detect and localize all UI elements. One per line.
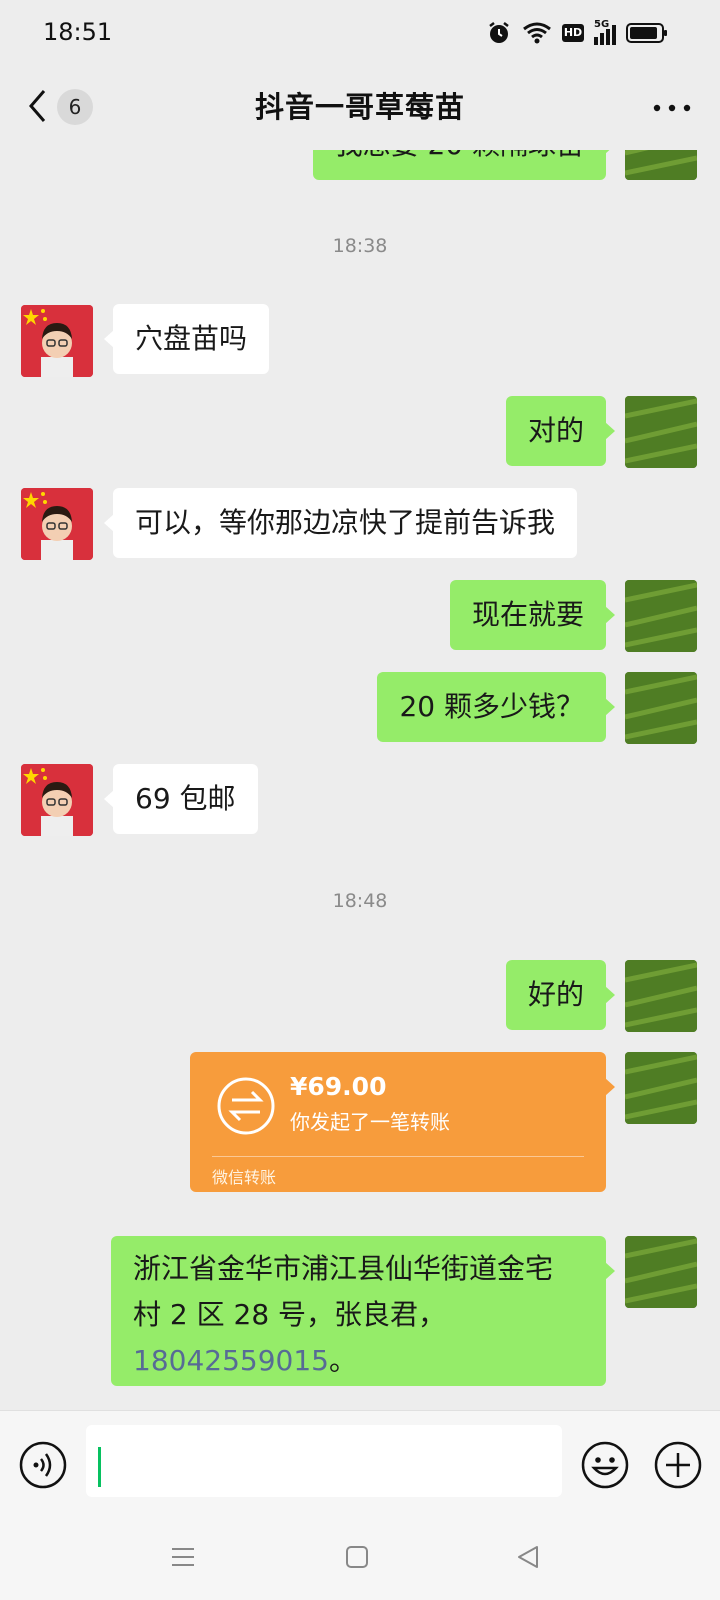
message-bubble-address[interactable]: 浙江省金华市浦江县仙华街道金宅 村 2 区 28 号，张良君， 18042559… xyxy=(111,1236,615,1386)
self-avatar[interactable] xyxy=(625,150,697,180)
phone-number-link[interactable]: 18042559015 xyxy=(133,1344,329,1377)
voice-input-icon[interactable] xyxy=(18,1440,68,1490)
message-input[interactable] xyxy=(86,1425,562,1497)
text-caret xyxy=(98,1447,101,1487)
grass-avatar-image xyxy=(625,1052,697,1124)
input-bar xyxy=(0,1410,720,1521)
status-time: 18:51 xyxy=(43,18,113,46)
alarm-icon xyxy=(489,22,509,43)
contact-avatar[interactable] xyxy=(21,305,93,377)
cartoon-man-avatar-image xyxy=(21,305,93,377)
address-line-1: 浙江省金华市浦江县仙华街道金宅 xyxy=(133,1252,554,1285)
grass-avatar-image xyxy=(625,396,697,468)
grass-avatar-image xyxy=(625,150,697,180)
self-avatar[interactable] xyxy=(625,1052,697,1124)
emoji-icon[interactable] xyxy=(580,1440,630,1490)
contact-avatar[interactable] xyxy=(21,488,93,560)
message-bubble-outgoing[interactable]: 现在就要 xyxy=(449,580,616,650)
home-icon[interactable] xyxy=(344,1544,370,1570)
message-bubble-incoming[interactable]: 69 包邮 xyxy=(104,764,258,834)
status-icons: HD 5G xyxy=(486,19,668,46)
transfer-divider xyxy=(212,1156,584,1157)
transfer-arrows-icon xyxy=(217,1077,275,1135)
system-navigation-bar xyxy=(0,1520,720,1600)
cartoon-man-avatar-image xyxy=(21,488,93,560)
transfer-card[interactable]: ¥69.00 你发起了一笔转账 微信转账 xyxy=(190,1052,615,1192)
chat-area[interactable]: 我想要 20 颗隔球苗 18:38 穴盘苗吗 对的 xyxy=(0,150,720,1410)
grass-avatar-image xyxy=(625,672,697,744)
message-bubble-incoming[interactable]: 可以，等你那边凉快了提前告诉我 xyxy=(103,488,578,558)
chat-title: 抖音一哥草莓苗 xyxy=(254,90,465,124)
self-avatar[interactable] xyxy=(625,1236,697,1308)
self-avatar[interactable] xyxy=(625,672,697,744)
message-bubble-outgoing[interactable]: 20 颗多少钱？ xyxy=(377,672,615,742)
back-triangle-icon[interactable] xyxy=(515,1544,541,1570)
contact-avatar[interactable] xyxy=(21,764,93,836)
grass-avatar-image xyxy=(625,1236,697,1308)
self-avatar[interactable] xyxy=(625,960,697,1032)
transfer-amount: ¥69.00 xyxy=(290,1072,387,1101)
message-bubble-outgoing[interactable]: 好的 xyxy=(505,960,616,1030)
grass-avatar-image xyxy=(625,580,697,652)
transfer-brand-label: 微信转账 xyxy=(212,1168,277,1187)
self-avatar[interactable] xyxy=(625,396,697,468)
unread-count-badge[interactable]: 6 xyxy=(57,89,93,125)
more-icon[interactable] xyxy=(652,104,692,112)
chat-header: 6 抖音一哥草莓苗 xyxy=(0,62,720,150)
address-end-punctuation: 。 xyxy=(328,1344,357,1377)
battery-icon xyxy=(626,23,667,43)
address-line-2: 村 2 区 28 号，张良君， xyxy=(133,1298,447,1331)
self-avatar[interactable] xyxy=(625,580,697,652)
hd-icon: HD xyxy=(562,24,584,42)
back-arrow-icon[interactable] xyxy=(26,88,50,124)
message-bubble-outgoing[interactable]: 对的 xyxy=(505,396,616,466)
cartoon-man-avatar-image xyxy=(21,764,93,836)
menu-icon[interactable] xyxy=(170,1544,196,1570)
transfer-description: 你发起了一笔转账 xyxy=(290,1110,450,1134)
message-bubble-incoming[interactable]: 穴盘苗吗 xyxy=(103,304,270,374)
plus-icon[interactable] xyxy=(653,1440,703,1490)
timestamp: 18:48 xyxy=(332,890,388,912)
network-type-label: 5G xyxy=(594,19,610,30)
status-bar: 18:51 HD 5G xyxy=(0,0,720,62)
signal-5g-icon: 5G xyxy=(594,19,616,45)
timestamp: 18:38 xyxy=(332,235,388,257)
wifi-icon xyxy=(523,22,551,44)
message-bubble-partial[interactable]: 我想要 20 颗隔球苗 xyxy=(312,150,616,180)
grass-avatar-image xyxy=(625,960,697,1032)
